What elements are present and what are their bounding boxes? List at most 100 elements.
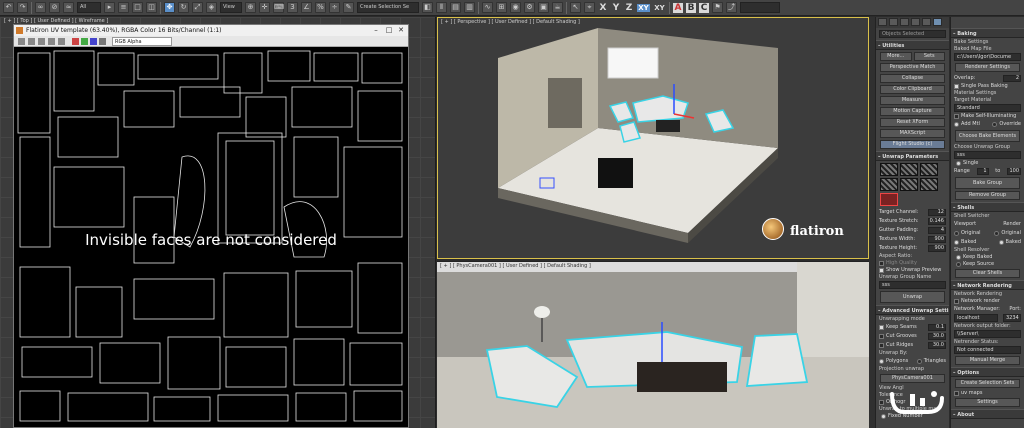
text-b-button[interactable]: B — [686, 2, 696, 13]
modify-tab-icon[interactable] — [889, 18, 898, 26]
baking-rollout[interactable]: Baking — [951, 28, 1024, 38]
axis-y-button[interactable]: Y — [611, 3, 621, 13]
move-icon[interactable]: ✥ — [164, 2, 175, 13]
clear-shells-button[interactable]: Clear Shells — [955, 269, 1020, 278]
remove-group-button[interactable]: Remove Group — [955, 191, 1020, 200]
hierarchy-tab-icon[interactable] — [900, 18, 909, 26]
select-icon[interactable]: ↖ — [570, 2, 581, 13]
single-radio[interactable]: Single — [956, 160, 1019, 166]
unwrap-preset-thumb[interactable] — [880, 178, 898, 191]
choose-bake-elements-button[interactable]: Choose Bake Elements — [955, 130, 1020, 142]
about-rollout[interactable]: About — [951, 409, 1024, 419]
axis-xy-alt-button[interactable]: XY — [653, 4, 666, 12]
port-input[interactable]: 3234 — [1003, 314, 1021, 322]
scale-icon[interactable]: ⤢ — [192, 2, 203, 13]
axis-xy-button[interactable]: XY — [637, 3, 650, 12]
mirror-icon[interactable]: ◧ — [422, 2, 433, 13]
unwrap-preset-thumb[interactable] — [920, 178, 938, 191]
keyboard-shortcut-icon[interactable]: ⌨ — [273, 2, 284, 13]
curve-editor-icon[interactable]: ∿ — [482, 2, 493, 13]
pivot-center-icon[interactable]: ⊕ — [245, 2, 256, 13]
close-icon[interactable]: ✕ — [395, 25, 407, 36]
reference-coordinate-dropdown[interactable]: View — [220, 2, 242, 13]
unlink-icon[interactable]: ⊘ — [49, 2, 60, 13]
text-c-button[interactable]: C — [699, 2, 709, 13]
bind-icon[interactable]: ≈ — [63, 2, 74, 13]
add-mtl-radio[interactable]: Add Mtl — [954, 121, 980, 127]
texture-width-spinner[interactable]: 900 — [928, 235, 946, 243]
green-channel-icon[interactable] — [81, 38, 88, 45]
target-channel-spinner[interactable]: 12 — [928, 208, 946, 216]
keep-source-radio[interactable]: Keep Source — [956, 261, 1019, 267]
blue-channel-icon[interactable] — [90, 38, 97, 45]
motion-capture-button[interactable]: Motion Capture — [880, 107, 945, 116]
create-selection-sets-button[interactable]: Create Selection Sets — [955, 379, 1020, 388]
bake-group-button[interactable]: Bake Group — [955, 177, 1020, 189]
clear-icon[interactable] — [58, 38, 65, 45]
keep-seams-spinner[interactable]: 0.1 — [928, 323, 946, 331]
render-baked-radio[interactable]: Baked — [998, 239, 1021, 245]
axis-z-button[interactable]: Z — [624, 3, 634, 13]
select-manipulate-icon[interactable]: ✛ — [259, 2, 270, 13]
unwrap-preset-thumb[interactable] — [920, 163, 938, 176]
single-pass-checkbox[interactable]: Single Pass Baking — [954, 83, 1021, 89]
group-name-input[interactable]: sss — [879, 281, 946, 289]
target-material-dropdown[interactable]: Standard — [954, 104, 1021, 112]
more-button[interactable]: More... — [880, 52, 912, 61]
viewport-original-radio[interactable]: Original — [954, 230, 981, 236]
align-icon[interactable]: ⫴ — [436, 2, 447, 13]
alpha-channel-icon[interactable] — [99, 38, 106, 45]
red-channel-icon[interactable] — [72, 38, 79, 45]
maximize-icon[interactable]: □ — [383, 25, 395, 36]
place-icon[interactable]: ◈ — [206, 2, 217, 13]
perspective-match-button[interactable]: Perspective Match — [880, 63, 945, 72]
measure-button[interactable]: Measure — [880, 96, 945, 105]
maxscript-button[interactable]: MAXScript — [880, 129, 945, 138]
options-rollout[interactable]: Options — [951, 367, 1024, 377]
tool-icon[interactable]: ⚑ — [712, 2, 723, 13]
render-setup-icon[interactable]: ⚙ — [524, 2, 535, 13]
color-clipboard-button[interactable]: Color Clipboard — [880, 85, 945, 94]
utilities-rollout[interactable]: Utilities — [876, 40, 949, 50]
cut-grooves-checkbox[interactable]: Cut Grooves — [879, 333, 917, 339]
settings-button[interactable]: Settings — [955, 398, 1020, 407]
window-crossing-icon[interactable]: ◫ — [146, 2, 157, 13]
manual-merge-button[interactable]: Manual Merge — [955, 356, 1020, 365]
percent-snap-icon[interactable]: % — [315, 2, 326, 13]
minimize-icon[interactable]: – — [370, 25, 382, 36]
rotate-icon[interactable]: ↻ — [178, 2, 189, 13]
uv-window-titlebar[interactable]: Flatiron UV template (63.40%), RGBA Colo… — [14, 25, 408, 36]
select-object-icon[interactable]: ▸ — [104, 2, 115, 13]
clone-icon[interactable] — [38, 38, 45, 45]
unwrap-preset-thumb[interactable] — [900, 178, 918, 191]
toolbar-empty-field[interactable] — [740, 2, 780, 13]
network-render-checkbox[interactable]: Network render — [954, 298, 1021, 304]
gutter-padding-spinner[interactable]: 4 — [928, 226, 946, 234]
schematic-view-icon[interactable]: ⊞ — [496, 2, 507, 13]
shells-rollout[interactable]: Shells — [951, 202, 1024, 212]
overlap-spinner[interactable]: 2 — [1003, 74, 1021, 82]
flight-studio-button[interactable]: Flight Studio (c) — [880, 140, 945, 149]
collapse-button[interactable]: Collapse — [880, 74, 945, 83]
camera-viewport[interactable]: [ + ] [ PhysCamera001 ] [ User Defined ]… — [437, 261, 869, 428]
copy-icon[interactable] — [28, 38, 35, 45]
objects-selected-field[interactable]: Objects Selected — [879, 30, 946, 38]
rect-select-icon[interactable]: □ — [132, 2, 143, 13]
reset-xform-button[interactable]: Reset XForm — [880, 118, 945, 127]
viewport-baked-radio[interactable]: Baked — [954, 239, 976, 245]
renderer-settings-button[interactable]: Renderer Settings — [955, 63, 1020, 72]
projection-camera-button[interactable]: PhysCamera001 — [880, 374, 945, 383]
redo-icon[interactable]: ↷ — [17, 2, 28, 13]
keep-seams-checkbox[interactable]: Keep Seams — [879, 324, 917, 330]
network-rendering-rollout[interactable]: Network Rendering — [951, 280, 1024, 290]
texture-height-spinner[interactable]: 900 — [928, 244, 946, 252]
perspective-viewport[interactable]: [ + ] [ Perspective ] [ User Defined ] [… — [437, 17, 869, 259]
select-by-name-icon[interactable]: ≡ — [118, 2, 129, 13]
override-radio[interactable]: Override — [992, 121, 1021, 127]
display-tab-icon[interactable] — [922, 18, 931, 26]
toggle-scene-explorer-icon[interactable]: ▥ — [464, 2, 475, 13]
unwrap-parameters-rollout[interactable]: Unwrap Parameters — [876, 151, 949, 161]
cut-grooves-spinner[interactable]: 30.0 — [928, 332, 946, 340]
utilities-tab-icon[interactable] — [933, 18, 942, 26]
unwrap-preset-thumb[interactable] — [900, 163, 918, 176]
